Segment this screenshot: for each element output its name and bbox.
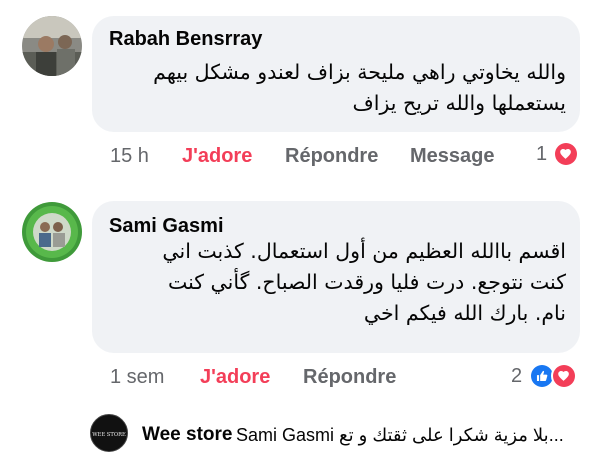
comment-actions: 15 h J'adore Répondre Message [110,145,530,173]
profile-photo-icon [22,16,82,76]
comment-author[interactable]: Sami Gasmi [109,215,224,238]
comment-bubble: Sami Gasmi اقسم باالله العظيم من أول است… [92,201,580,353]
comment-actions: 1 sem J'adore Répondre [110,366,490,394]
message-button[interactable]: Message [410,145,495,168]
reaction-count: 2 [511,365,523,387]
avatar-sami[interactable] [22,202,82,262]
comment-text: والله يخاوتي راهي مليحة بزاف لعندو مشكل … [153,57,566,119]
reaction-summary[interactable]: 2 [511,363,586,391]
page-logo-text: WEE STORE [92,432,126,438]
page-avatar[interactable]: WEE STORE [90,414,128,452]
reaction-summary[interactable]: 1 [536,141,586,169]
comment-text-line: والله يخاوتي راهي مليحة بزاف لعندو مشكل … [153,60,566,84]
reply-button[interactable]: Répondre [285,145,378,168]
profile-photo-icon [22,202,82,262]
love-icon [553,141,579,167]
comment-time[interactable]: 1 sem [110,366,164,389]
comment-text-line: يستعملها والله تريح يزاف [352,91,567,115]
comment-bubble: Rabah Bensrray والله يخاوتي راهي مليحة ب… [92,16,580,132]
comment-text-line: كنت نتوجع. درت فليا ورقدت الصباح. گأني ك… [167,270,566,294]
comment-time[interactable]: 15 h [110,145,149,168]
page-reply[interactable]: WEE STORE Wee store Sami Gasmi بلا مزية … [90,410,590,454]
page-name[interactable]: Wee store [142,424,232,446]
comment-text-line: اقسم باالله العظيم من أول استعمال. كذبت … [162,239,566,263]
comment-author[interactable]: Rabah Bensrray [109,28,262,51]
love-icon [551,363,577,389]
love-reaction-button[interactable]: J'adore [182,145,252,168]
comment-text-line: نام. بارك الله فيكم اخي [363,301,566,325]
comment-text: اقسم باالله العظيم من أول استعمال. كذبت … [162,236,566,329]
reply-preview-text[interactable]: Sami Gasmi بلا مزية شكرا على ثقتك و تع..… [236,425,564,446]
reaction-count: 1 [536,143,548,165]
love-reaction-button[interactable]: J'adore [200,366,270,389]
reply-button[interactable]: Répondre [303,366,396,389]
avatar-rabah[interactable] [22,16,82,76]
